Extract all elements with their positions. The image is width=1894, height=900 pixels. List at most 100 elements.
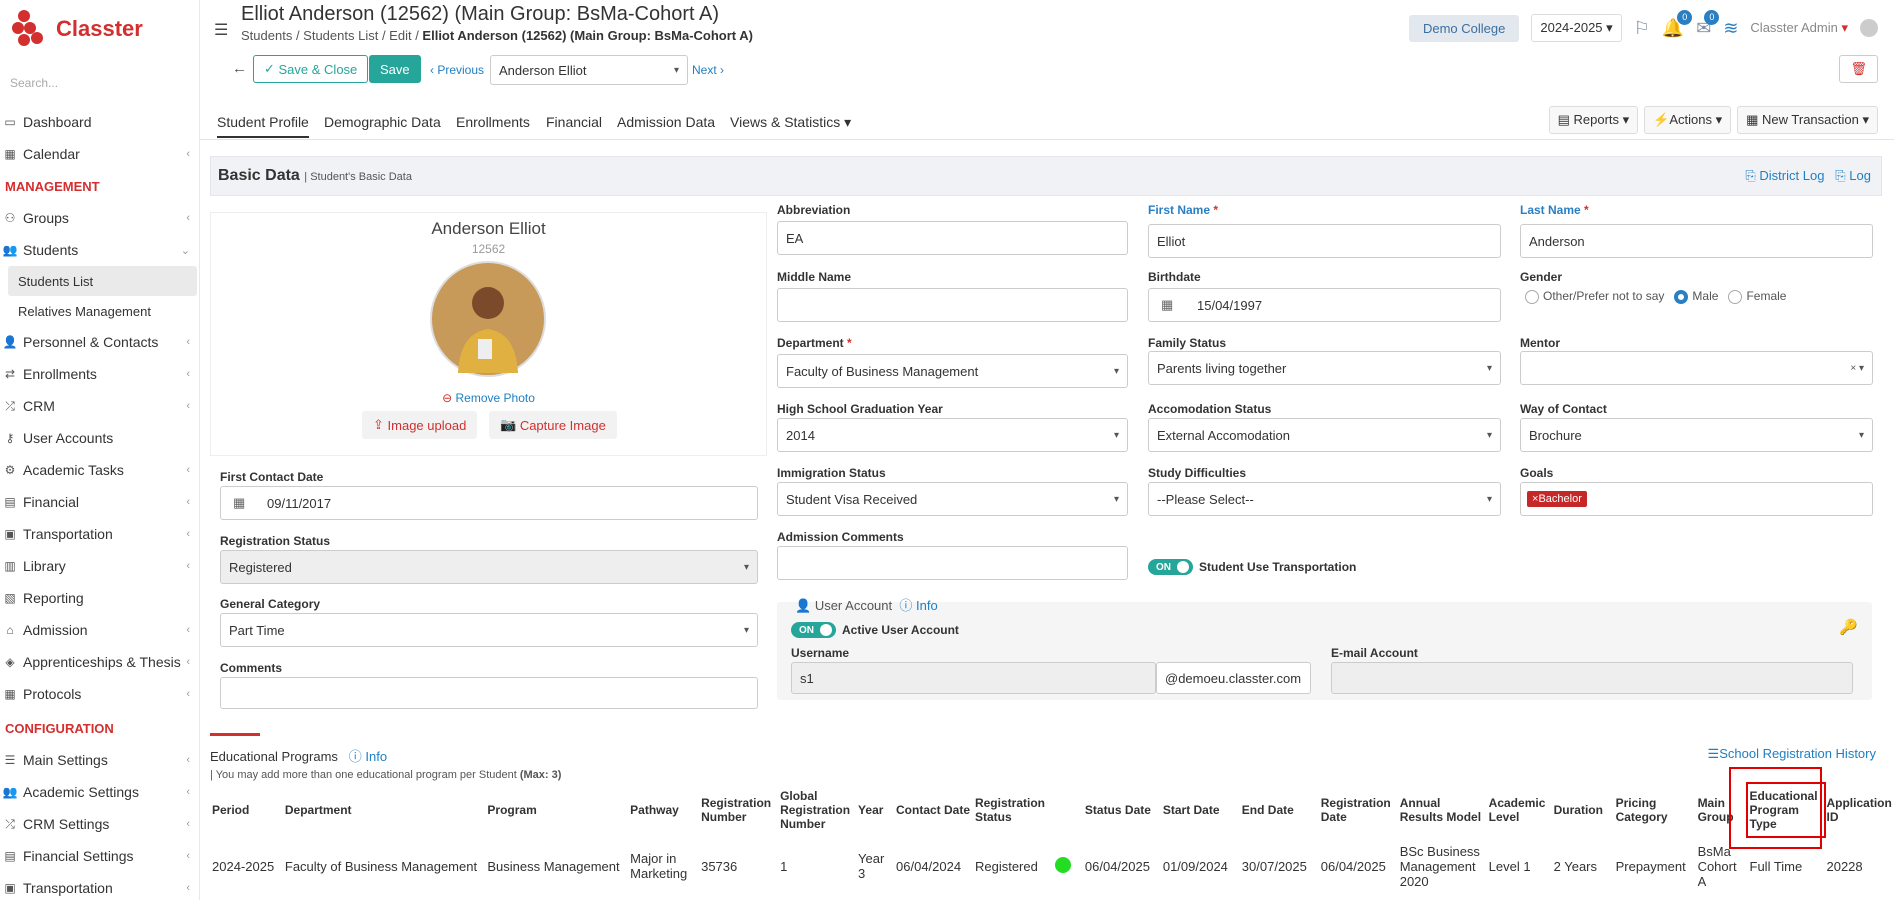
th-pathway[interactable]: Pathway	[628, 784, 699, 836]
flag-icon[interactable]: ⚐	[1634, 18, 1650, 39]
back-icon[interactable]: ←	[232, 60, 247, 77]
immigration-select[interactable]: Student Visa Received ▾	[777, 482, 1128, 516]
log-link[interactable]: ⎘ Log	[1835, 168, 1871, 183]
th-registration-number[interactable]: Registration Number	[699, 784, 778, 836]
th-academic-level[interactable]: Academic Level	[1487, 784, 1552, 836]
birthdate-input[interactable]: ▦ 15/04/1997	[1148, 288, 1501, 322]
accommodation-select[interactable]: External Accomodation ▾	[1148, 418, 1501, 452]
sidebar-item-main-settings[interactable]: ☰ Main Settings ‹	[0, 744, 199, 776]
sidebar-item-apprenticeships[interactable]: ◈ Apprenticeships & Thesis ‹	[0, 646, 199, 678]
th-period[interactable]: Period	[210, 784, 283, 836]
sidebar-item-academic-settings[interactable]: 👥 Academic Settings ‹	[0, 776, 199, 808]
actions-button[interactable]: ⚡Actions ▾	[1644, 106, 1732, 134]
th-start-date[interactable]: Start Date	[1161, 784, 1240, 836]
sidebar-item-crm[interactable]: ⤮ CRM ‹	[0, 390, 199, 422]
general-category-select[interactable]: Part Time ▾	[220, 613, 758, 647]
middle-name-input[interactable]	[777, 288, 1128, 322]
save-button[interactable]: Save	[369, 55, 421, 83]
key-icon[interactable]: 🔑	[1839, 618, 1858, 636]
th-program[interactable]: Program	[485, 784, 628, 836]
sidebar-item-reporting[interactable]: ▧ Reporting	[0, 582, 199, 614]
logo[interactable]: Classter	[10, 8, 143, 50]
sidebar-item-academic-tasks[interactable]: ⚙ Academic Tasks ‹	[0, 454, 199, 486]
new-transaction-button[interactable]: ▦ New Transaction ▾	[1737, 106, 1878, 134]
department-select[interactable]: Faculty of Business Management ▾	[777, 354, 1128, 388]
breadcrumb-students-list[interactable]: Students List	[303, 28, 378, 43]
bell-icon[interactable]: 🔔 0	[1662, 9, 1693, 39]
sidebar-item-crm-settings[interactable]: ⤮ CRM Settings ‹	[0, 808, 199, 840]
college-selector[interactable]: Demo College	[1408, 14, 1520, 42]
sidebar-item-relatives[interactable]: Relatives Management	[0, 296, 199, 326]
breadcrumb-edit[interactable]: Edit	[389, 28, 411, 43]
gender-male-radio[interactable]: Male	[1674, 289, 1718, 304]
admission-comments-input[interactable]	[777, 546, 1128, 580]
active-account-toggle[interactable]: ON	[791, 622, 836, 638]
way-of-contact-select[interactable]: Brochure ▾	[1520, 418, 1873, 452]
sidebar-item-financial-settings[interactable]: ▤ Financial Settings ‹	[0, 840, 199, 872]
district-log-link[interactable]: ⎘ District Log	[1745, 168, 1824, 183]
sidebar-item-calendar[interactable]: ▦ Calendar ‹	[0, 138, 199, 170]
sidebar-item-enrollments[interactable]: ⇄ Enrollments ‹	[0, 358, 199, 390]
mentor-select[interactable]: × ▾	[1520, 351, 1873, 385]
goals-multiselect[interactable]: ×Bachelor	[1520, 482, 1873, 516]
transportation-toggle[interactable]: ON	[1148, 559, 1193, 575]
sidebar-item-transportation[interactable]: ▣ Transportation ‹	[0, 518, 199, 550]
gender-female-radio[interactable]: Female	[1728, 289, 1786, 304]
th-duration[interactable]: Duration	[1552, 784, 1614, 836]
image-upload-button[interactable]: ⇪ Image upload	[362, 411, 478, 439]
next-link[interactable]: Next ›	[692, 63, 724, 77]
tab-demographic-data[interactable]: Demographic Data	[324, 114, 441, 130]
email-account-input[interactable]	[1331, 662, 1853, 694]
table-row[interactable]: 2024-2025 Faculty of Business Management…	[210, 836, 1894, 896]
th-department[interactable]: Department	[283, 784, 486, 836]
first-name-input[interactable]: Elliot	[1148, 224, 1501, 258]
reports-button[interactable]: ▤ Reports ▾	[1548, 106, 1639, 134]
sidebar-item-transportation-settings[interactable]: ▣ Transportation ‹	[0, 872, 199, 900]
gender-other-radio[interactable]: Other/Prefer not to say	[1525, 289, 1664, 304]
layers-icon[interactable]: ≋	[1723, 18, 1738, 39]
programs-info-link[interactable]: ⓘ Info	[349, 749, 387, 764]
sidebar-item-students-list[interactable]: Students List	[8, 266, 197, 296]
save-close-button[interactable]: ✓ Save & Close	[253, 55, 369, 83]
remove-photo-link[interactable]: ⊖ Remove Photo	[211, 391, 766, 405]
abbreviation-input[interactable]: EA	[777, 221, 1128, 255]
family-status-select[interactable]: Parents living together ▾	[1148, 351, 1501, 385]
sidebar-item-dashboard[interactable]: ▭ Dashboard	[0, 106, 199, 138]
first-contact-input[interactable]: ▦ 09/11/2017	[220, 486, 758, 520]
th-annual-results-model[interactable]: Annual Results Model	[1398, 784, 1487, 836]
last-name-input[interactable]: Anderson	[1520, 224, 1873, 258]
goal-tag[interactable]: ×Bachelor	[1527, 491, 1587, 507]
th-application-id[interactable]: Application ID	[1824, 784, 1894, 836]
capture-image-button[interactable]: 📷 Capture Image	[489, 411, 617, 439]
user-menu[interactable]: Classter Admin ▾	[1750, 20, 1848, 36]
sidebar-search[interactable]: Search...	[10, 76, 58, 90]
sidebar-item-admission[interactable]: ⌂ Admission ‹	[0, 614, 199, 646]
th-global-registration-number[interactable]: Global Registration Number	[778, 784, 856, 836]
sidebar-item-students[interactable]: 👥 Students ⌄	[0, 234, 199, 266]
comments-textarea[interactable]	[220, 677, 758, 709]
th-pricing-category[interactable]: Pricing Category	[1614, 784, 1696, 836]
previous-link[interactable]: ‹ Previous	[430, 63, 484, 77]
th-contact-date[interactable]: Contact Date	[894, 784, 973, 836]
menu-icon[interactable]: ☰	[214, 20, 228, 40]
th-registration-status[interactable]: Registration Status	[973, 784, 1053, 836]
th-status-date[interactable]: Status Date	[1083, 784, 1161, 836]
year-selector[interactable]: 2024-2025 ▾	[1531, 14, 1622, 42]
study-difficulties-select[interactable]: --Please Select-- ▾	[1148, 482, 1501, 516]
registration-status-select[interactable]: Registered ▾	[220, 550, 758, 584]
username-input[interactable]: s1	[791, 662, 1156, 694]
sidebar-item-protocols[interactable]: ▦ Protocols ‹	[0, 678, 199, 710]
tab-views-statistics[interactable]: Views & Statistics ▾	[730, 114, 851, 131]
hs-graduation-select[interactable]: 2014 ▾	[777, 418, 1128, 452]
th-registration-date[interactable]: Registration Date	[1319, 784, 1398, 836]
sidebar-item-personnel[interactable]: 👤 Personnel & Contacts ‹	[0, 326, 199, 358]
sidebar-item-user-accounts[interactable]: ⚷ User Accounts	[0, 422, 199, 454]
tab-admission-data[interactable]: Admission Data	[617, 114, 715, 130]
user-account-info-link[interactable]: ⓘ Info	[899, 598, 937, 613]
delete-button[interactable]: 🗑	[1839, 55, 1878, 83]
sidebar-item-financial[interactable]: ▤ Financial ‹	[0, 486, 199, 518]
mail-icon[interactable]: ✉ 0	[1696, 9, 1720, 39]
th-year[interactable]: Year	[856, 784, 894, 836]
tab-financial[interactable]: Financial	[546, 114, 602, 130]
school-registration-history-link[interactable]: ☰School Registration History	[1708, 746, 1876, 762]
